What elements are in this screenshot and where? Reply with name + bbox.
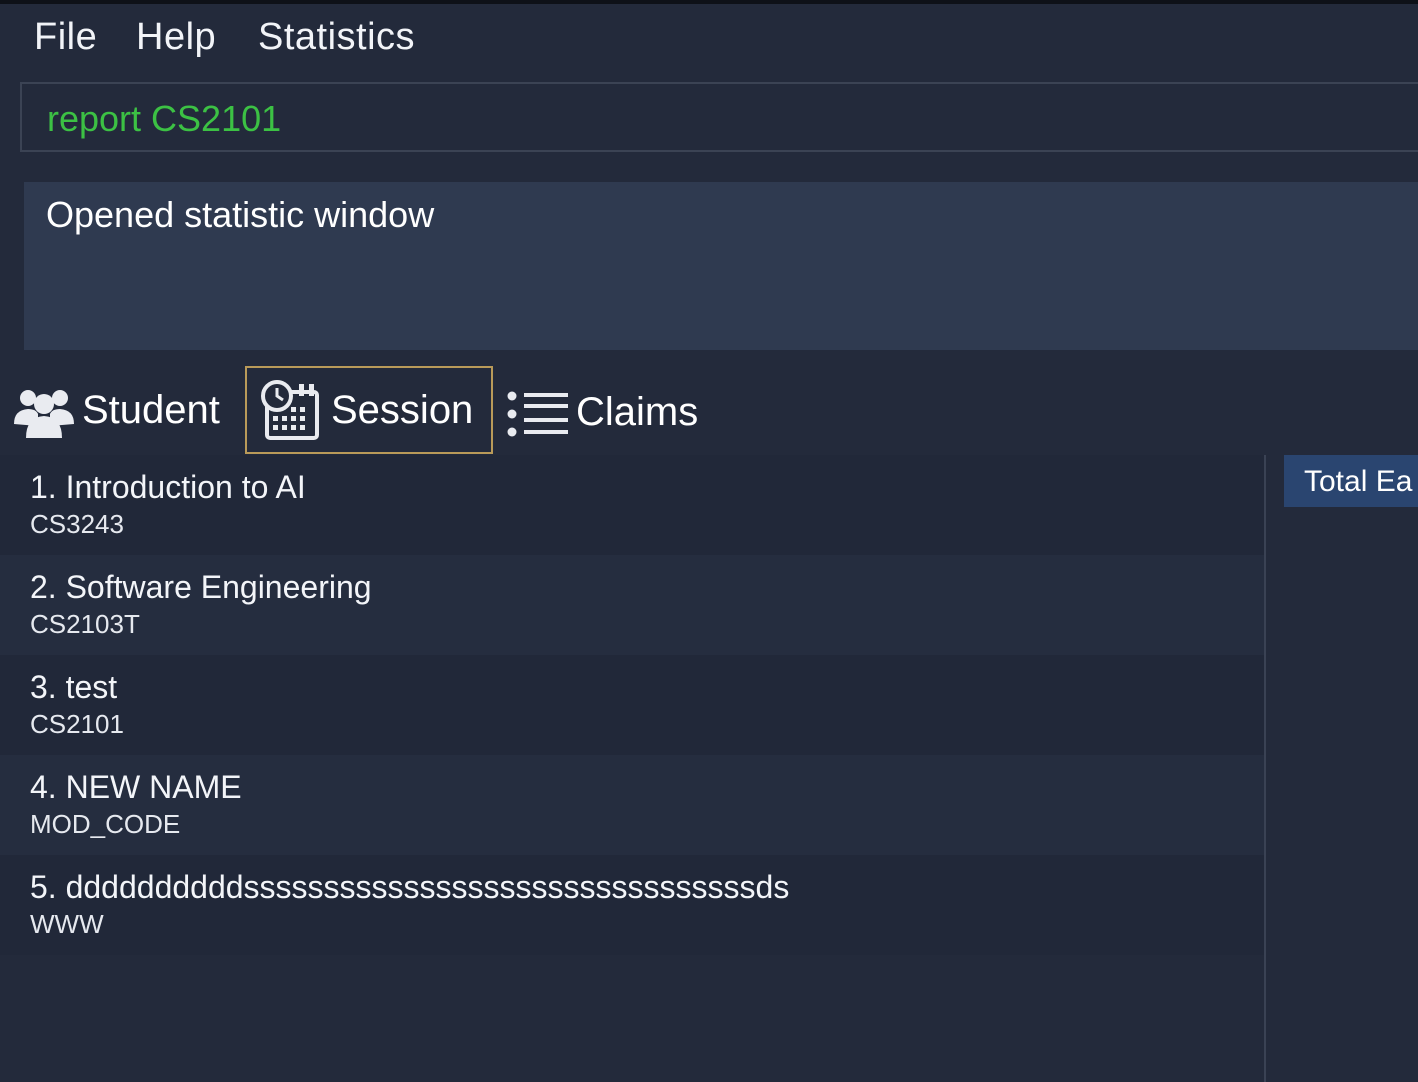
tab-bar: Student Session Claims: [0, 360, 1418, 456]
list-icon: [506, 390, 570, 440]
side-panel-header-label: Total Ea: [1304, 465, 1413, 498]
list-item[interactable]: 4. NEW NAME MOD_CODE: [0, 755, 1264, 855]
list-item[interactable]: 3. test CS2101: [0, 655, 1264, 755]
list-item-title: 5. ddddddddddsssssssssssssssssssssssssss…: [30, 869, 790, 905]
menu-statistics[interactable]: Statistics: [258, 16, 415, 59]
list-item-title: 4. NEW NAME: [30, 769, 242, 805]
list-item-title: 2. Software Engineering: [30, 569, 372, 605]
tab-session[interactable]: Session: [245, 366, 493, 454]
menu-bar: File Help Statistics: [0, 4, 1418, 72]
menu-help[interactable]: Help: [136, 16, 216, 59]
tab-student[interactable]: Student: [10, 366, 238, 454]
result-display: Opened statistic window: [24, 182, 1418, 350]
tab-claims[interactable]: Claims: [500, 366, 720, 454]
side-panel-header[interactable]: Total Ea: [1284, 455, 1418, 507]
calendar-clock-icon: [259, 378, 321, 442]
list-item[interactable]: 2. Software Engineering CS2103T: [0, 555, 1264, 655]
result-message: Opened statistic window: [46, 194, 435, 235]
list-item[interactable]: 1. Introduction to AI CS3243: [0, 455, 1264, 555]
list-item-code: CS3243: [30, 509, 124, 539]
session-list: 1. Introduction to AI CS3243 2. Software…: [0, 455, 1264, 1082]
statistics-side-panel: Total Ea: [1266, 455, 1418, 1082]
list-item-code: MOD_CODE: [30, 809, 181, 839]
list-item-code: CS2101: [30, 709, 124, 739]
users-icon: [12, 384, 76, 440]
command-input[interactable]: report CS2101: [20, 82, 1418, 152]
tab-student-label: Student: [82, 388, 220, 432]
list-item-title: 3. test: [30, 669, 118, 705]
list-item-title: 1. Introduction to AI: [30, 469, 306, 505]
menu-file[interactable]: File: [34, 16, 97, 59]
list-item[interactable]: 5. ddddddddddsssssssssssssssssssssssssss…: [0, 855, 1264, 955]
tab-session-label: Session: [331, 388, 474, 432]
list-item-code: WWW: [30, 909, 104, 939]
list-item-code: CS2103T: [30, 609, 140, 639]
command-input-text: report CS2101: [47, 98, 282, 139]
tab-claims-label: Claims: [576, 390, 699, 434]
